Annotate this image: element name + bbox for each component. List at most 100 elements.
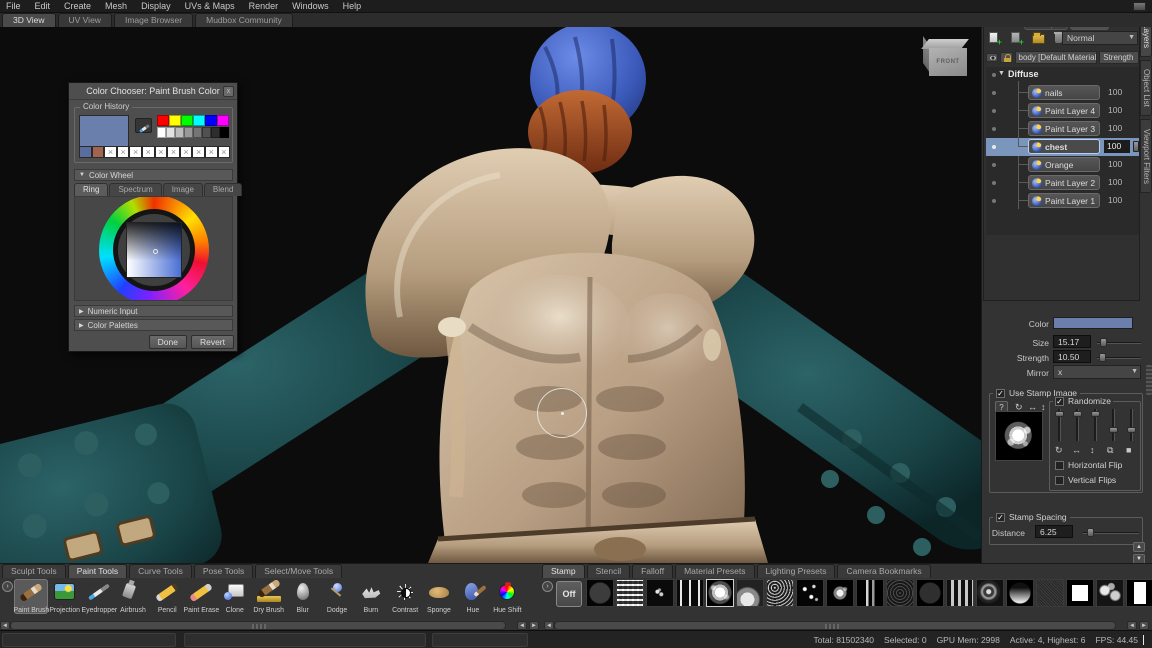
stamp-thumbnail[interactable]	[766, 579, 794, 607]
stamp-thumbnail[interactable]	[616, 579, 644, 607]
swatch-gray-3[interactable]	[184, 127, 193, 138]
tool-dry-brush[interactable]: Dry Brush	[252, 579, 286, 614]
random-slider-1[interactable]	[1058, 409, 1061, 441]
swatch-gray-6[interactable]	[211, 127, 220, 138]
stamp-thumbnail[interactable]	[586, 579, 614, 607]
strength-slider[interactable]	[1097, 357, 1141, 359]
tab-mudbox-community[interactable]: Mudbox Community	[195, 13, 293, 27]
tab-sculpt-tools[interactable]: Sculpt Tools	[2, 564, 66, 578]
tab-ring[interactable]: Ring	[74, 183, 108, 196]
distance-field[interactable]: 6.25	[1035, 525, 1073, 538]
tab-material-presets[interactable]: Material Presets	[675, 564, 754, 578]
stamp-thumbnail[interactable]	[1126, 579, 1152, 607]
empty-swatch[interactable]: ×	[104, 146, 117, 158]
tab-stencil[interactable]: Stencil	[587, 564, 631, 578]
view-cube[interactable]: FRONT	[921, 39, 967, 77]
scroll-left-button[interactable]: ◄	[1127, 621, 1137, 630]
scroll-right-button[interactable]: ►	[529, 621, 539, 630]
tool-paint-erase[interactable]: Paint Erase	[184, 579, 218, 614]
random-slider-5[interactable]	[1130, 409, 1133, 441]
material-header[interactable]: body [Default Material (pte	[1015, 51, 1098, 64]
tab-lighting-presets[interactable]: Lighting Presets	[757, 564, 836, 578]
scroll-left-button[interactable]: ◄	[544, 621, 554, 630]
stamp-thumbnail[interactable]	[646, 579, 674, 607]
tool-projection[interactable]: Projection	[48, 579, 82, 614]
empty-swatch[interactable]: ×	[180, 146, 193, 158]
tab-3d-view[interactable]: 3D View	[2, 13, 56, 27]
menu-display[interactable]: Display	[141, 1, 171, 11]
stamp-thumbnail[interactable]	[916, 579, 944, 607]
tool-clone[interactable]: Clone	[218, 579, 252, 614]
color-palettes-section-header[interactable]: ▶ Color Palettes	[74, 319, 233, 331]
visibility-dot[interactable]	[992, 145, 996, 149]
swatch-red[interactable]	[157, 115, 169, 126]
visibility-dot[interactable]	[992, 163, 996, 167]
new-layer-icon[interactable]: +	[988, 32, 1001, 44]
distance-slider[interactable]	[1083, 532, 1139, 534]
hue-ring[interactable]	[99, 196, 209, 301]
tab-stamp[interactable]: Stamp	[542, 564, 585, 578]
visibility-dot[interactable]	[992, 199, 996, 203]
layer-row-orange[interactable]: Orange 100	[986, 156, 1139, 174]
color-wheel-section-header[interactable]: ▼ Color Wheel	[74, 169, 233, 181]
active-stamp-preview[interactable]	[995, 411, 1043, 461]
tab-camera-bookmarks[interactable]: Camera Bookmarks	[837, 564, 930, 578]
tools-scrollbar[interactable]: ◄ ◄ ►	[0, 621, 540, 630]
stamp-thumbnail[interactable]	[856, 579, 884, 607]
stamp-thumbnail[interactable]	[946, 579, 974, 607]
layer-folder-icon[interactable]	[1032, 34, 1045, 44]
recent-color-swatch[interactable]	[79, 146, 92, 158]
swatch-cyan[interactable]	[193, 115, 205, 126]
tool-airbrush[interactable]: Airbrush	[116, 579, 150, 614]
import-layer-icon[interactable]: +	[1010, 32, 1023, 44]
scroll-right-button[interactable]: ►	[1139, 621, 1149, 630]
swatch-magenta[interactable]	[217, 115, 229, 126]
empty-swatch[interactable]: ×	[129, 146, 142, 158]
menu-file[interactable]: File	[6, 1, 21, 11]
blend-mode-dropdown[interactable]: Normal ▼	[1062, 31, 1138, 45]
stamp-thumbnail[interactable]	[976, 579, 1004, 607]
random-slider-2[interactable]	[1076, 409, 1079, 441]
swatch-gray-2[interactable]	[175, 127, 184, 138]
stamp-thumbnail-selected[interactable]	[706, 579, 734, 607]
menu-uvs-maps[interactable]: UVs & Maps	[185, 1, 235, 11]
tab-spectrum[interactable]: Spectrum	[109, 183, 161, 196]
tab-image[interactable]: Image	[163, 183, 203, 196]
tool-pencil[interactable]: Pencil	[150, 579, 184, 614]
tool-paint-brush[interactable]: Paint Brush	[14, 579, 48, 614]
scroll-up-button[interactable]: ▲	[1133, 542, 1145, 552]
swatch-black[interactable]	[220, 127, 229, 138]
empty-swatch[interactable]: ×	[167, 146, 180, 158]
empty-swatch[interactable]: ×	[155, 146, 168, 158]
scrollbar-grip[interactable]	[825, 624, 839, 629]
visibility-dot[interactable]	[992, 127, 996, 131]
v-arrows-icon[interactable]: ↕	[1090, 445, 1095, 455]
stamp-thumbnail[interactable]	[1036, 579, 1064, 607]
strength-slider-handle[interactable]	[1133, 141, 1139, 152]
randomize-checkbox[interactable]: ✓ Randomize	[1053, 396, 1113, 406]
layer-strength-field[interactable]: 100	[1104, 140, 1130, 153]
tab-pose-tools[interactable]: Pose Tools	[194, 564, 253, 578]
layer-strength-value[interactable]: 100	[1108, 87, 1122, 97]
menu-mesh[interactable]: Mesh	[105, 1, 127, 11]
tool-eyedropper[interactable]: Eyedropper	[82, 579, 116, 614]
stamp-thumbnail[interactable]	[736, 579, 764, 607]
panel-resize-grip[interactable]	[1146, 365, 1152, 395]
mirror-dropdown[interactable]: x ▼	[1053, 365, 1141, 379]
stamp-spacing-checkbox[interactable]: ✓ Stamp Spacing	[993, 512, 1070, 522]
stamp-thumbnail[interactable]	[886, 579, 914, 607]
image-box-icon[interactable]: ⧉	[1107, 445, 1113, 456]
stamp-thumbnail[interactable]	[796, 579, 824, 607]
empty-swatch[interactable]: ×	[205, 146, 218, 158]
visibility-icon[interactable]	[986, 53, 998, 62]
size-slider-knob[interactable]	[1100, 338, 1107, 347]
swatch-green[interactable]	[181, 115, 193, 126]
tray-expand-button[interactable]: ›	[2, 581, 13, 592]
tool-hue[interactable]: Hue	[456, 579, 490, 614]
h-arrows-icon[interactable]: ↔	[1072, 445, 1081, 455]
side-tab-object-list[interactable]: Object List	[1140, 60, 1152, 116]
random-slider-3[interactable]	[1094, 409, 1097, 441]
close-icon[interactable]: x	[223, 86, 234, 97]
eyedropper-button[interactable]	[135, 118, 152, 133]
layer-row-paint-layer-4[interactable]: Paint Layer 4 100	[986, 102, 1139, 120]
